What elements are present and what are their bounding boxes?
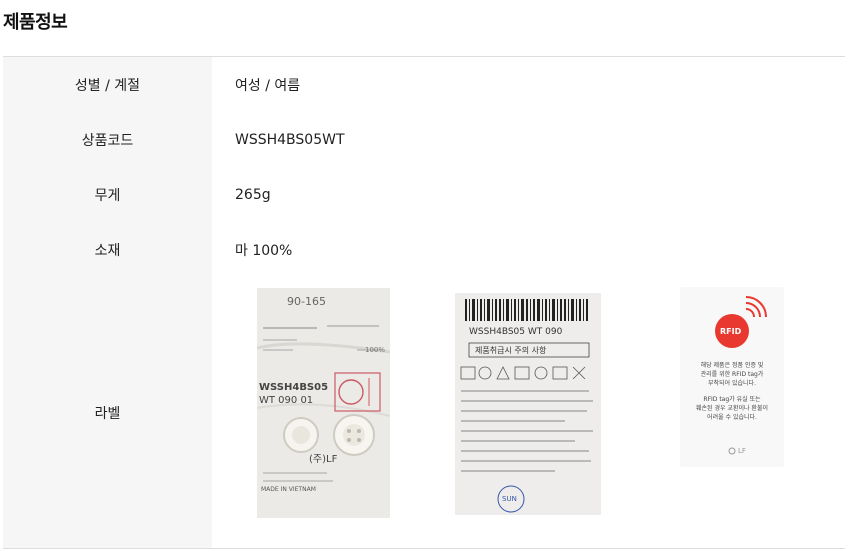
barcode-code-text: WSSH4BS05 WT 090 <box>469 327 563 337</box>
care-code-text: WSSH4BS05 <box>259 382 329 393</box>
product-info-table: 성별 / 계절 여성 / 여름 상품코드 WSSH4BS05WT 무게 265g… <box>3 56 845 549</box>
rfid-line: 해당 제품은 정품 인증 및 <box>700 362 764 369</box>
barcode-label-image: WSSH4BS05 WT 090 제품취급시 주의 사항 SUN <box>455 293 601 515</box>
care-label-image: 90-165 100% WSSH4BS05 WT 090 01 (주)LF MA… <box>257 288 390 518</box>
section-title: 제품정보 <box>3 12 68 33</box>
spec-row-gender-season: 성별 / 계절 여성 / 여름 <box>3 57 845 112</box>
origin-text: MADE IN VIETNAM <box>261 486 316 493</box>
spec-row-product-code: 상품코드 WSSH4BS05WT <box>3 112 845 167</box>
rfid-card-image: RFID 해당 제품은 정품 인증 및 관리를 위한 RFID tag가 부착되… <box>680 287 784 467</box>
lf-logo-text: LF <box>738 447 746 455</box>
material-text: 100% <box>365 346 386 354</box>
rfid-line: RFID tag가 유실 또는 <box>703 396 761 403</box>
care-title-text: 제품취급시 주의 사항 <box>475 346 547 355</box>
spec-row-weight: 무게 265g <box>3 167 845 222</box>
rfid-badge-text: RFID <box>720 327 742 336</box>
company-text: (주)LF <box>309 454 338 465</box>
color-size-text: WT 090 01 <box>259 395 314 406</box>
spec-key: 라벨 <box>3 277 212 548</box>
rfid-line: 훼손된 경우 교환이나 환불이 <box>696 405 768 412</box>
rfid-line: 부착되어 있습니다. <box>708 380 756 387</box>
brand-text: SUN <box>502 495 517 503</box>
spec-value: 여성 / 여름 <box>235 77 301 94</box>
rfid-line: 어려울 수 있습니다. <box>707 414 757 421</box>
spec-key: 상품코드 <box>3 112 212 167</box>
spec-value: 265g <box>235 186 271 203</box>
label-images: 90-165 100% WSSH4BS05 WT 090 01 (주)LF MA… <box>212 277 845 548</box>
spec-row-material: 소재 마 100% <box>3 222 845 277</box>
spec-key: 무게 <box>3 167 212 222</box>
spec-value: WSSH4BS05WT <box>235 131 345 148</box>
spec-row-label: 라벨 90-165 100% WSSH4BS05 WT 090 01 (주)LF… <box>3 277 845 548</box>
rfid-line: 관리를 위한 RFID tag가 <box>700 371 764 378</box>
spec-value: 마 100% <box>235 242 293 259</box>
spec-key: 성별 / 계절 <box>3 57 212 112</box>
size-text: 90-165 <box>287 295 326 308</box>
spec-key: 소재 <box>3 222 212 277</box>
